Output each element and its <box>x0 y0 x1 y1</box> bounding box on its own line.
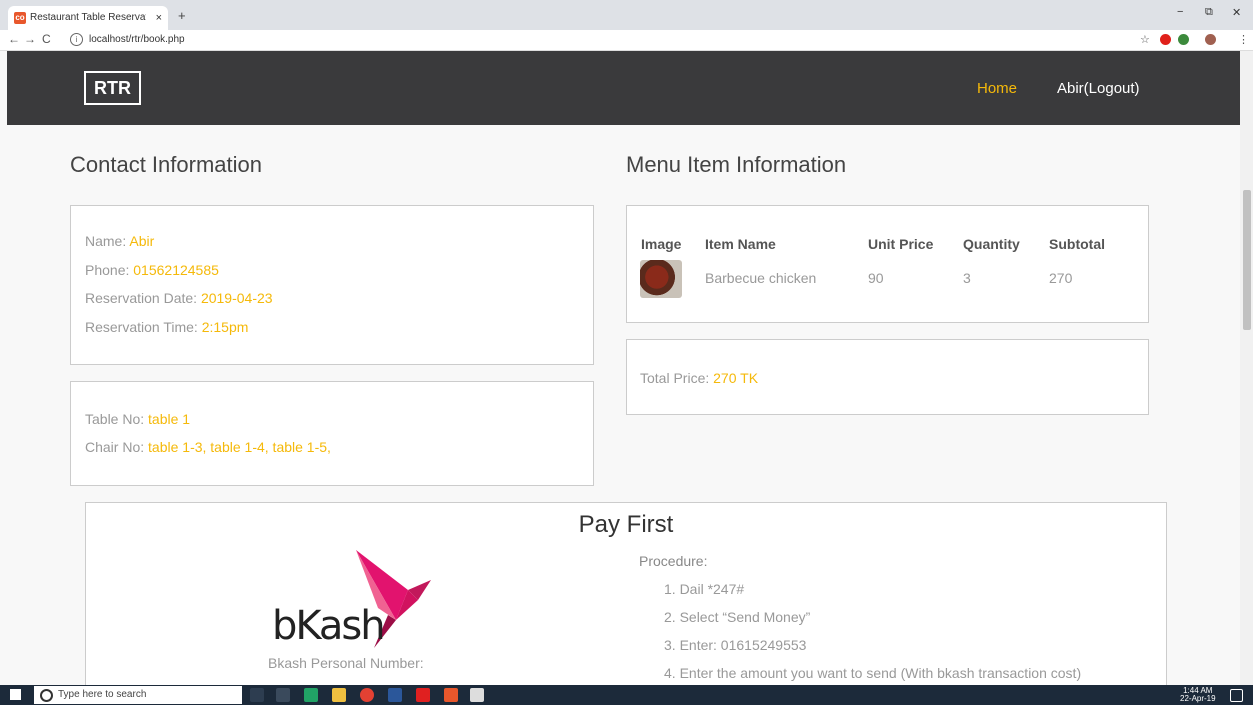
site-info-icon[interactable]: i <box>70 33 83 46</box>
minimize-icon[interactable]: − <box>1177 6 1183 18</box>
bookmark-star-icon[interactable]: ☆ <box>1140 33 1150 46</box>
back-icon[interactable]: ← <box>8 32 20 46</box>
total-line: Total Price: 270 TK <box>640 370 758 386</box>
photos-icon[interactable] <box>470 688 484 702</box>
col-subtotal: Subtotal <box>1049 236 1105 252</box>
site-logo[interactable]: RTR <box>84 71 141 105</box>
procedure-step: 2. Select “Send Money” <box>664 609 811 625</box>
total-label: Total Price: <box>640 370 714 386</box>
tab-close-icon[interactable]: × <box>156 6 162 30</box>
tab-title: Restaurant Table Reservation Sys <box>30 12 146 23</box>
procedure-step: 1. Dail *247# <box>664 581 745 597</box>
notifications-icon[interactable] <box>1230 689 1243 702</box>
table-value: table 1 <box>148 411 191 427</box>
date-value: 2019-04-23 <box>200 290 273 306</box>
nav-logout-link[interactable]: Abir(Logout) <box>1057 80 1140 97</box>
browser-tab[interactable]: co Restaurant Table Reservation Sys × <box>8 6 168 30</box>
time-label: Reservation Time: <box>85 319 202 335</box>
name-line: Name: Abir <box>85 233 154 249</box>
col-unit-price: Unit Price <box>868 236 934 252</box>
procedure-step: 3. Enter: 01615249553 <box>664 637 807 653</box>
chair-line: Chair No: table 1-3, table 1-4, table 1-… <box>85 439 331 455</box>
page-scrollbar-thumb[interactable] <box>1243 190 1251 330</box>
name-label: Name: <box>85 233 130 249</box>
opera-extension-icon[interactable] <box>1160 34 1171 45</box>
row-unit-price: 90 <box>868 270 884 286</box>
table-panel <box>70 381 594 486</box>
contact-panel <box>70 205 594 365</box>
pay-title: Pay First <box>578 511 674 538</box>
task-view-icon[interactable] <box>276 688 290 702</box>
reload-icon[interactable]: C <box>42 32 51 46</box>
acrobat-icon[interactable] <box>416 688 430 702</box>
row-subtotal: 270 <box>1049 270 1073 286</box>
mic-icon[interactable] <box>250 688 264 702</box>
browser-tab-strip: co Restaurant Table Reservation Sys × + … <box>0 0 1253 30</box>
bkash-number-label: Bkash Personal Number: <box>268 655 424 671</box>
codeigniter-icon[interactable] <box>444 688 458 702</box>
taskbar-search-input[interactable]: Type here to search <box>34 686 242 704</box>
address-bar-row: ← → C i localhost/rtr/book.php ☆ ⋮ <box>0 30 1253 51</box>
date-line: Reservation Date: 2019-04-23 <box>85 290 273 306</box>
row-quantity: 3 <box>963 270 971 286</box>
address-input[interactable]: i localhost/rtr/book.php <box>70 33 185 46</box>
url-text: localhost/rtr/book.php <box>89 34 185 45</box>
total-value: 270 TK <box>713 370 759 386</box>
cortana-icon <box>40 689 53 702</box>
date-label: Reservation Date: <box>85 290 201 306</box>
time-line: Reservation Time: 2:15pm <box>85 319 248 335</box>
bkash-logo-text: bKash <box>272 603 386 649</box>
extension-icon[interactable] <box>1178 34 1189 45</box>
col-image: Image <box>641 236 682 252</box>
windows-taskbar: Type here to search 1:44 AM 22-Apr-19 <box>0 685 1253 705</box>
contact-heading: Contact Information <box>70 152 262 177</box>
col-item-name: Item Name <box>705 236 776 252</box>
row-item-name: Barbecue chicken <box>705 270 817 286</box>
col-quantity: Quantity <box>963 236 1020 252</box>
taskbar-clock[interactable]: 1:44 AM 22-Apr-19 <box>1180 687 1216 703</box>
site-favicon-icon: co <box>14 12 26 24</box>
nav-home-link[interactable]: Home <box>977 80 1017 97</box>
window-close-icon[interactable]: ✕ <box>1232 6 1241 19</box>
phone-line: Phone: 01562124585 <box>85 262 219 278</box>
maximize-icon[interactable]: ⧉ <box>1205 6 1213 19</box>
procedure-label: Procedure: <box>639 553 708 569</box>
profile-avatar-icon[interactable] <box>1205 34 1216 45</box>
menu-item-image <box>640 260 682 298</box>
forward-icon[interactable]: → <box>24 32 36 46</box>
menu-heading: Menu Item Information <box>626 152 847 177</box>
menu-panel <box>626 205 1149 323</box>
phone-label: Phone: <box>85 262 134 278</box>
phone-value: 01562124585 <box>133 262 219 278</box>
browser-menu-icon[interactable]: ⋮ <box>1238 33 1249 46</box>
time-value: 2:15pm <box>201 319 249 335</box>
windows-start-icon[interactable] <box>10 689 21 700</box>
chair-label: Chair No: <box>85 439 149 455</box>
chair-value: table 1-3, table 1-4, table 1-5, <box>148 439 331 455</box>
taskbar-search-placeholder: Type here to search <box>58 689 147 700</box>
payment-panel: Pay First bKash Bkash Personal Number: P… <box>85 502 1167 702</box>
file-explorer-icon[interactable] <box>332 688 346 702</box>
name-value: Abir <box>129 233 155 249</box>
site-navbar: RTR Home Abir(Logout) <box>7 51 1240 125</box>
word-icon[interactable] <box>388 688 402 702</box>
pycharm-icon[interactable] <box>304 688 318 702</box>
page-scrollbar[interactable] <box>1240 51 1253 685</box>
clock-date: 22-Apr-19 <box>1180 694 1216 703</box>
procedure-step: 4. Enter the amount you want to send (Wi… <box>664 665 1082 681</box>
new-tab-icon[interactable]: + <box>178 8 186 23</box>
table-label: Table No: <box>85 411 149 427</box>
table-line: Table No: table 1 <box>85 411 190 427</box>
chrome-icon[interactable] <box>360 688 374 702</box>
